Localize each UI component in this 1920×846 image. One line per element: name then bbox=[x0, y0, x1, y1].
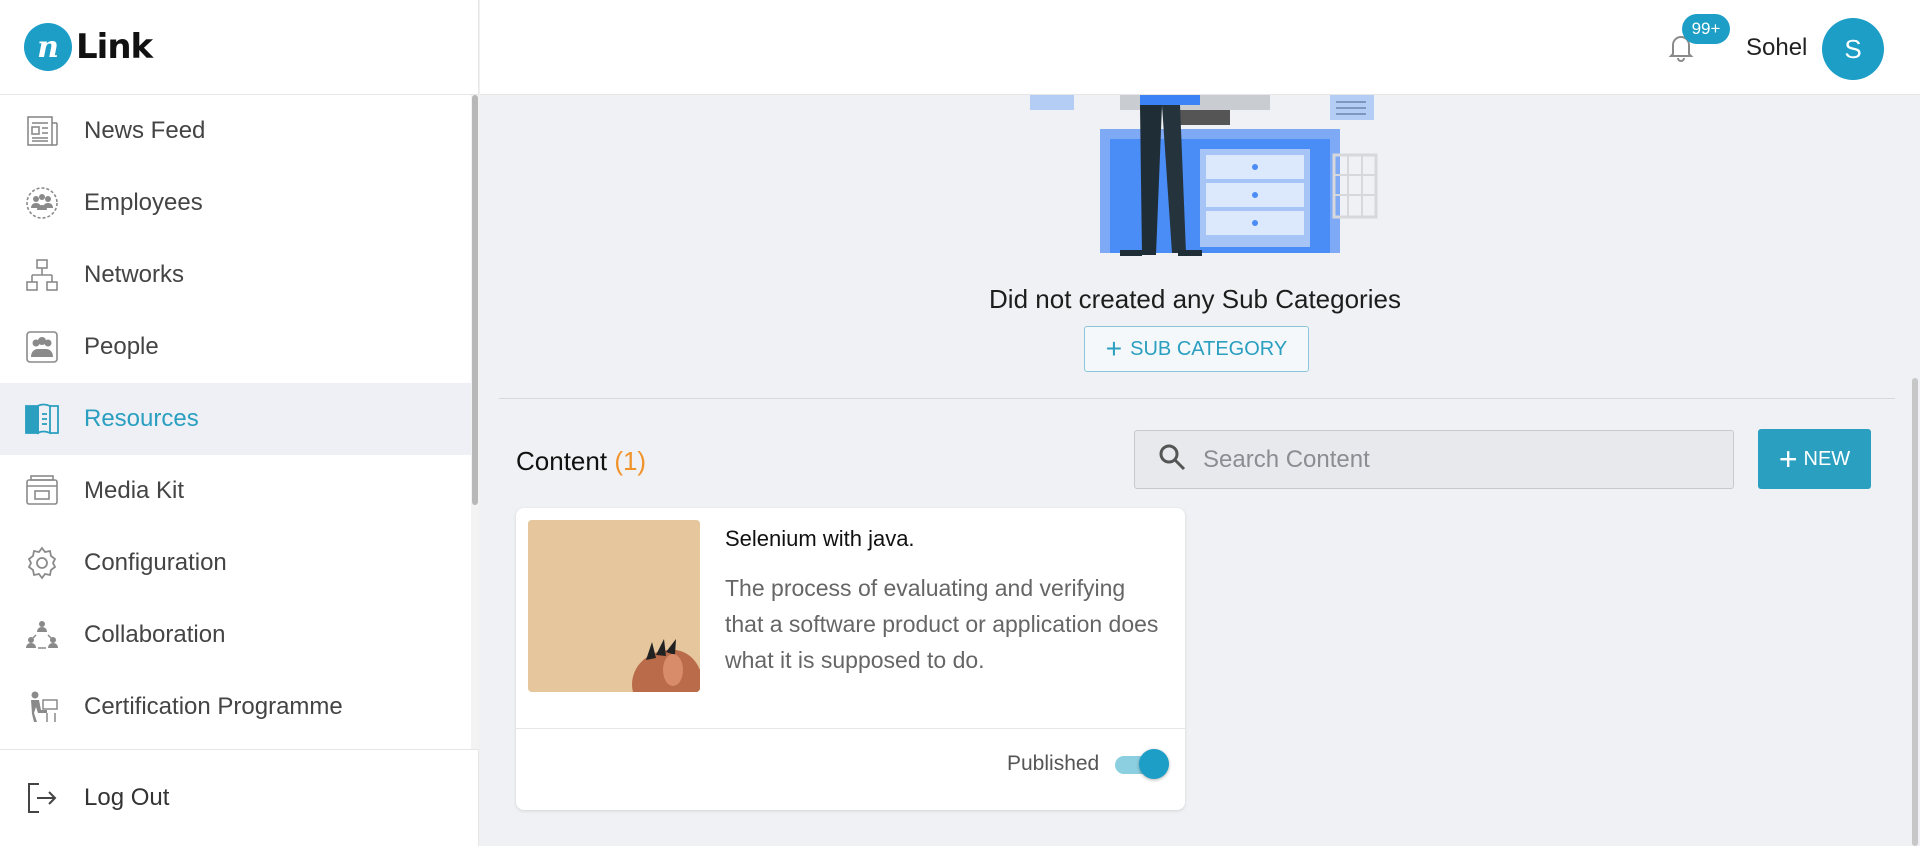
content-title-label: Content bbox=[516, 446, 608, 476]
employees-icon bbox=[24, 185, 60, 221]
sidebar-item-resources[interactable]: Resources bbox=[0, 383, 471, 455]
content-card-title[interactable]: Selenium with java. bbox=[725, 526, 915, 552]
sidebar-item-people[interactable]: People bbox=[0, 311, 471, 383]
sidebar-item-label: Resources bbox=[84, 405, 199, 432]
sidebar-item-configuration[interactable]: Configuration bbox=[0, 527, 471, 599]
main-scrollbar-thumb[interactable] bbox=[1912, 378, 1918, 846]
user-name[interactable]: Sohel bbox=[1746, 34, 1807, 62]
media-kit-icon bbox=[24, 473, 60, 509]
avatar[interactable]: S bbox=[1822, 18, 1884, 80]
empty-state-illustration bbox=[1030, 95, 1378, 256]
search-icon bbox=[1157, 442, 1187, 477]
certification-icon bbox=[24, 689, 60, 725]
logout-button[interactable]: Log Out bbox=[0, 749, 479, 846]
search-input[interactable] bbox=[1203, 445, 1703, 474]
section-divider bbox=[499, 398, 1895, 399]
toggle-knob bbox=[1139, 749, 1169, 779]
new-content-label: NEW bbox=[1803, 447, 1851, 470]
sidebar-item-collaboration[interactable]: Collaboration bbox=[0, 599, 471, 671]
sidebar-item-label: Employees bbox=[84, 189, 203, 216]
content-count: (1) bbox=[614, 446, 647, 476]
network-icon bbox=[24, 257, 60, 293]
empty-subcategories-message: Did not created any Sub Categories bbox=[989, 284, 1401, 314]
logout-icon bbox=[24, 780, 60, 816]
new-content-button[interactable]: + NEW bbox=[1758, 429, 1871, 489]
main-scrollbar[interactable] bbox=[1910, 95, 1920, 846]
sidebar-item-label: News Feed bbox=[84, 117, 206, 144]
content-section-title: Content (1) bbox=[516, 446, 646, 477]
search-box[interactable] bbox=[1134, 430, 1734, 489]
add-sub-category-button[interactable]: + SUB CATEGORY bbox=[1084, 326, 1309, 372]
plus-icon: + bbox=[1778, 441, 1798, 477]
logo-mark: n bbox=[24, 23, 72, 71]
sidebar-scrollbar[interactable] bbox=[471, 95, 479, 749]
sidebar-item-networks[interactable]: Networks bbox=[0, 239, 471, 311]
collaboration-icon bbox=[24, 617, 60, 653]
sidebar-nav: News Feed Employees Networks People Reso… bbox=[0, 95, 471, 749]
sidebar-scrollbar-thumb[interactable] bbox=[472, 95, 478, 505]
sidebar-item-certification-programme[interactable]: Certification Programme bbox=[0, 671, 471, 743]
logo-text: Link bbox=[76, 27, 153, 67]
sidebar-item-label: People bbox=[84, 333, 159, 360]
sidebar-item-label: Collaboration bbox=[84, 621, 226, 648]
sidebar-item-label: Media Kit bbox=[84, 477, 185, 504]
content-thumbnail bbox=[528, 520, 700, 692]
logout-label: Log Out bbox=[84, 784, 170, 811]
published-label: Published bbox=[1007, 752, 1100, 775]
plus-icon: + bbox=[1105, 333, 1123, 364]
card-divider bbox=[516, 728, 1185, 729]
content-card[interactable]: Selenium with java. The process of evalu… bbox=[516, 508, 1185, 810]
sidebar-item-label: Certification Programme bbox=[84, 693, 343, 720]
sidebar-item-label: Configuration bbox=[84, 549, 227, 576]
app-logo[interactable]: n Link bbox=[0, 0, 478, 95]
newspaper-icon bbox=[24, 113, 60, 149]
sidebar-item-employees[interactable]: Employees bbox=[0, 167, 471, 239]
published-toggle[interactable] bbox=[1115, 749, 1171, 779]
sidebar-item-label: Networks bbox=[84, 261, 185, 288]
gear-icon bbox=[24, 545, 60, 581]
sidebar-item-news-feed[interactable]: News Feed bbox=[0, 95, 471, 167]
content-card-description: The process of evaluating and verifying … bbox=[725, 575, 1159, 673]
book-icon bbox=[24, 401, 60, 437]
add-sub-category-label: SUB CATEGORY bbox=[1130, 337, 1288, 360]
sidebar-item-media-kit[interactable]: Media Kit bbox=[0, 455, 471, 527]
sidebar: n Link News Feed Employees Networks Peop… bbox=[0, 0, 479, 846]
notification-badge[interactable]: 99+ bbox=[1682, 14, 1730, 44]
people-icon bbox=[24, 329, 60, 365]
